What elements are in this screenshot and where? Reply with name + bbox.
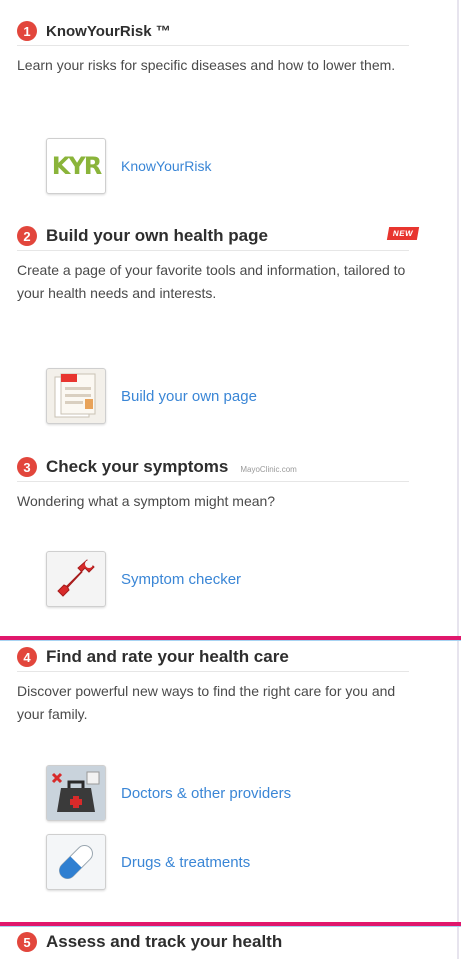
link-build-your-own-page[interactable]: Build your own page [46,368,257,424]
step-number-badge: 1 [17,21,37,41]
link-doctors-providers[interactable]: Doctors & other providers [46,765,291,821]
section-title: KnowYourRisk ™ [46,22,171,40]
section-header: 3 Check your symptoms MayoClinic.com [17,453,409,482]
link-symptom-checker[interactable]: Symptom checker [46,551,241,607]
health-page-icon[interactable] [46,368,106,424]
link-label[interactable]: Build your own page [121,388,257,405]
link-label[interactable]: Symptom checker [121,571,241,588]
section-title: Assess and track your health [46,932,283,951]
health-tools-panel: 1 KnowYourRisk ™ Learn your risks for sp… [0,0,461,959]
step-number-badge: 5 [17,932,37,952]
step-number-badge: 3 [17,457,37,477]
section-title: Build your own health page [46,226,268,245]
section-description: Learn your risks for specific diseases a… [17,57,396,73]
section-header: 5 Assess and track your health [17,928,409,956]
doctor-bag-icon[interactable] [46,765,106,821]
wrench-icon[interactable] [46,551,106,607]
section-header: 4 Find and rate your health care [17,643,409,672]
section-assess-track-health: 5 Assess and track your health [0,928,456,956]
link-drugs-treatments[interactable]: Drugs & treatments [46,834,250,890]
section-title: Find and rate your health care [46,647,289,666]
section-description: Create a page of your favorite tools and… [17,262,406,301]
section-check-symptoms: 3 Check your symptoms MayoClinic.com Won… [0,453,456,513]
section-description: Wondering what a symptom might mean? [17,493,276,509]
section-find-rate-care: 4 Find and rate your health care Discove… [0,643,456,726]
new-badge: NEW [386,227,420,240]
section-divider-shadow [0,640,461,641]
section-description: Discover powerful new ways to find the r… [17,683,396,722]
link-know-your-risk[interactable]: KYR KnowYourRisk [46,138,212,194]
link-label[interactable]: Drugs & treatments [121,854,250,871]
link-label[interactable]: KnowYourRisk [121,158,212,174]
section-header: 1 KnowYourRisk ™ [17,17,409,46]
powered-by-label: MayoClinic.com [240,464,297,474]
pill-icon[interactable] [46,834,106,890]
section-divider-shadow [0,926,461,927]
section-title: Check your symptoms [46,457,229,476]
link-label[interactable]: Doctors & other providers [121,785,291,802]
step-number-badge: 4 [17,647,37,667]
step-number-badge: 2 [17,226,37,246]
section-header: 2 Build your own health page NEW [17,222,420,251]
section-build-health-page: 2 Build your own health page NEW Create … [0,222,456,305]
kyr-logo-icon[interactable]: KYR [46,138,106,194]
panel-right-border [457,0,459,959]
section-know-your-risk: 1 KnowYourRisk ™ Learn your risks for sp… [0,17,456,77]
